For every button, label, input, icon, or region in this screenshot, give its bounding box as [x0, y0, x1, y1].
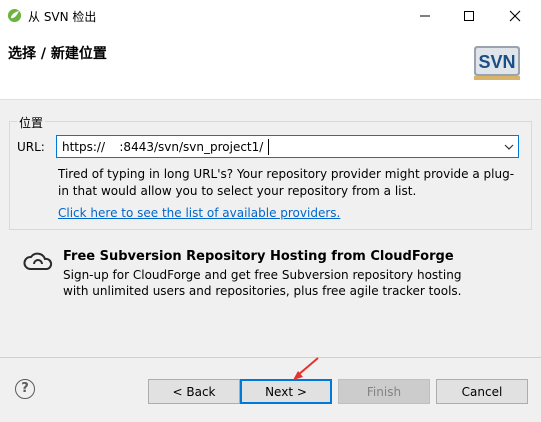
cloudforge-cloud-icon	[23, 252, 53, 270]
minimize-button[interactable]	[402, 0, 448, 32]
url-input[interactable]: https:// :8443/svn/svn_project1/	[62, 140, 263, 154]
cancel-button[interactable]: Cancel	[436, 379, 528, 404]
svn-logo: SVN	[474, 46, 520, 80]
annotation-arrow-icon	[293, 357, 319, 380]
footer-divider	[0, 357, 541, 358]
url-hint-text: Tired of typing in long URL's? Your repo…	[58, 167, 515, 198]
finish-button[interactable]: Finish	[338, 379, 430, 404]
help-icon[interactable]: ?	[15, 379, 35, 399]
minimize-icon	[420, 15, 430, 17]
page-title: 选择 / 新建位置	[8, 46, 107, 62]
cloudforge-line-2: with unlimited users and repositories, p…	[63, 284, 462, 298]
url-label: URL:	[17, 140, 45, 154]
cloudforge-description: Sign-up for CloudForge and get free Subv…	[63, 267, 461, 299]
svn-logo-text: SVN	[478, 52, 515, 72]
window-title: 从 SVN 检出	[28, 10, 97, 24]
maximize-icon	[464, 11, 474, 21]
cloudforge-line-1: Sign-up for CloudForge and get free Subv…	[63, 268, 462, 282]
maximize-button[interactable]	[446, 0, 492, 32]
chevron-down-icon[interactable]	[504, 144, 514, 150]
close-icon	[509, 10, 521, 22]
wizard-banner: 选择 / 新建位置 SVN	[0, 32, 541, 100]
title-bar: 从 SVN 检出	[0, 0, 541, 32]
url-combobox[interactable]: https:// :8443/svn/svn_project1/	[56, 135, 519, 158]
cloudforge-title: Free Subversion Repository Hosting from …	[63, 249, 454, 264]
close-button[interactable]	[492, 0, 538, 32]
eclipse-spring-icon	[7, 8, 22, 23]
text-caret	[268, 139, 269, 155]
back-button[interactable]: < Back	[148, 379, 240, 404]
providers-link[interactable]: Click here to see the list of available …	[58, 206, 340, 220]
location-group-label: 位置	[17, 114, 46, 131]
